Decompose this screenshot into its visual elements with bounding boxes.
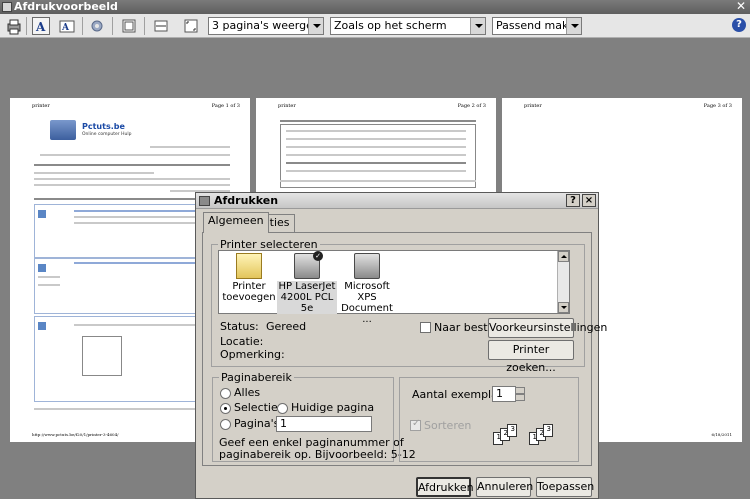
frames-mode-select[interactable]: Zoals op het scherm [330, 17, 486, 35]
copies-spinner[interactable] [515, 387, 525, 401]
page-header-right: Page 2 of 3 [457, 103, 486, 109]
page-header-left: printer [32, 103, 50, 109]
preview-title-bar: Afdrukvoorbeeld ✕ [0, 0, 750, 14]
printer-item-xps[interactable]: Microsoft XPS Document ... [337, 253, 397, 325]
collate-checkbox[interactable] [410, 418, 421, 431]
dialog-close-button[interactable]: × [582, 194, 596, 207]
find-printer-button[interactable]: Printer zoeken... [488, 340, 574, 374]
range-hint-line2: paginabereik op. Bijvoorbeeld: 5-12 [219, 448, 416, 461]
range-current-radio[interactable] [277, 403, 288, 414]
printer-item-hp[interactable]: ✓ HP LaserJet 4200L PCL 5e [277, 251, 337, 314]
print-icon[interactable] [4, 17, 22, 35]
scroll-up-icon[interactable] [558, 251, 569, 262]
collate-label: Sorteren [424, 419, 472, 432]
svg-text:A: A [61, 23, 70, 33]
add-printer-icon [236, 253, 262, 279]
close-icon[interactable]: ✕ [735, 0, 747, 14]
range-pages-radio[interactable] [220, 419, 231, 430]
print-button[interactable]: Afdrukken [416, 477, 474, 497]
portrait-icon[interactable]: A [32, 17, 50, 35]
dialog-help-button[interactable]: ? [566, 194, 580, 207]
printer-icon: ✓ [294, 251, 323, 279]
to-file-checkbox[interactable] [420, 322, 431, 333]
preview-toolbar: A A 3 pagina's weergeven Zoals op het sc… [0, 14, 750, 38]
page-header-right: Page 1 of 3 [211, 103, 240, 109]
status-value: Gereed [266, 320, 307, 333]
printer-name-line1: HP LaserJet [278, 281, 336, 292]
preview-window-icon [2, 2, 12, 12]
apply-button[interactable]: Toepassen [536, 477, 594, 497]
page-header-left: printer [278, 103, 296, 109]
printer-name-line2: 4200L PCL 5e [280, 292, 334, 314]
comment-label: Opmerking: [220, 348, 285, 361]
preview-title: Afdrukvoorbeeld [14, 0, 118, 13]
printer-icon [354, 253, 380, 279]
printer-item-add[interactable]: Printer toevoegen [219, 253, 279, 303]
chevron-down-icon [566, 18, 581, 34]
chevron-down-icon [470, 18, 485, 34]
dialog-title-bar: Afdrukken ? × [196, 193, 598, 209]
range-selection-label: Selectie [234, 401, 278, 414]
copies-input[interactable]: 1 [492, 386, 516, 402]
full-page-icon[interactable] [182, 17, 200, 35]
printer-icon [199, 196, 210, 206]
page-header-right: Page 3 of 3 [703, 103, 732, 109]
printer-list-scrollbar[interactable] [557, 251, 569, 313]
range-selection-radio[interactable] [220, 403, 231, 414]
printer-name-line2: Document ... [341, 303, 393, 325]
pages-view-select[interactable]: 3 pagina's weergeven [208, 17, 324, 35]
default-check-icon: ✓ [313, 251, 323, 261]
site-logo-icon [50, 120, 76, 140]
range-all-radio[interactable] [220, 388, 231, 399]
cancel-button[interactable]: Annuleren [476, 477, 533, 497]
range-current-label: Huidige pagina [291, 401, 375, 414]
dialog-title: Afdrukken [214, 194, 279, 207]
preferences-button[interactable]: Voorkeursinstellingen [488, 318, 607, 338]
full-width-icon[interactable] [152, 17, 170, 35]
help-icon[interactable]: ? [732, 18, 746, 32]
frames-mode-value: Zoals op het scherm [334, 19, 447, 32]
site-subtitle: Online computer Hulp [82, 132, 132, 137]
page-footer-left: http://www.pctuts.be/f20/1/printer-3-460… [32, 432, 119, 437]
landscape-icon[interactable]: A [58, 17, 76, 35]
page-setup-gear-icon[interactable] [88, 17, 106, 35]
printer-name-line2: toevoegen [222, 292, 276, 303]
location-label: Locatie: [220, 335, 264, 348]
tab-general[interactable]: Algemeen [203, 212, 269, 233]
scroll-down-icon[interactable] [558, 302, 569, 313]
range-all-label: Alles [234, 386, 261, 399]
page-footer-right: 6/18/2011 [711, 432, 732, 437]
status-label: Status: [220, 320, 259, 333]
range-pages-input[interactable]: 1 [276, 416, 372, 432]
chevron-down-icon [308, 18, 323, 34]
printer-name-line1: Printer [232, 281, 266, 292]
printer-name-line1: Microsoft XPS [344, 281, 390, 303]
page-header-left: printer [524, 103, 542, 109]
site-name: Pctuts.be [82, 122, 125, 131]
header-footer-icon[interactable] [120, 17, 138, 35]
svg-text:A: A [35, 20, 46, 34]
page-range-label: Paginabereik [219, 371, 294, 384]
printer-list[interactable]: Printer toevoegen ✓ HP LaserJet 4200L PCL … [218, 250, 570, 325]
fit-mode-select[interactable]: Passend maken [492, 17, 582, 35]
